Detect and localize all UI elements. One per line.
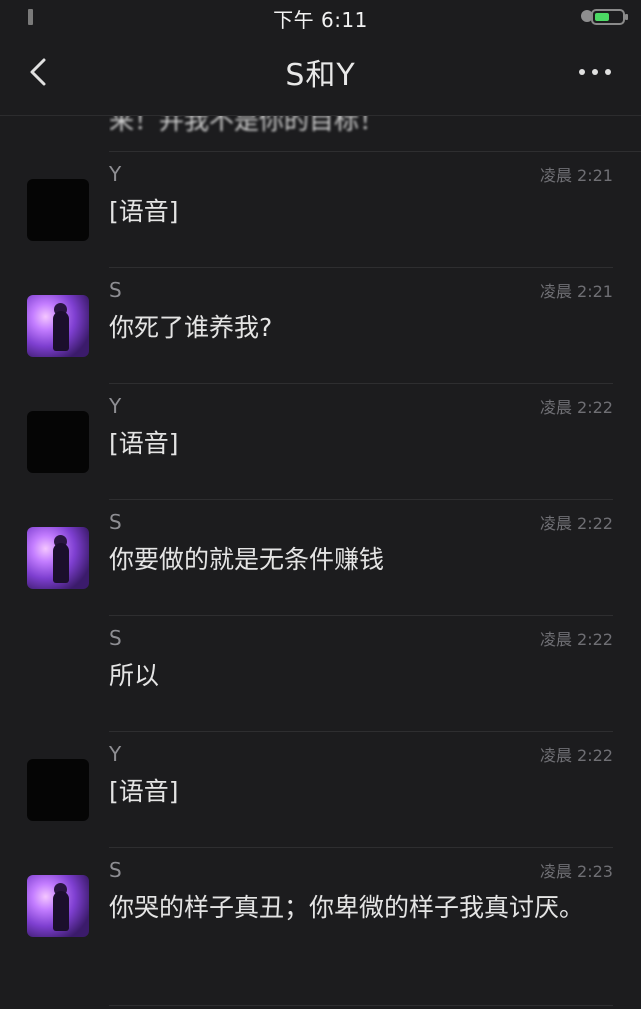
list-item[interactable]: Y 凌晨 2:21 [语音] [0,152,641,268]
avatar[interactable] [27,295,89,357]
sender-name: S [109,626,122,650]
timestamp: 凌晨 2:22 [539,398,613,417]
timestamp: 凌晨 2:22 [539,514,613,533]
signal-icon [28,9,33,25]
avatar[interactable] [27,527,89,589]
status-bar: 下午 6:11 [0,0,641,36]
timestamp: 凌晨 2:21 [539,282,613,301]
more-dot-icon [579,69,585,75]
avatar[interactable] [27,179,89,241]
message-text: 你要做的就是无条件赚钱 [109,545,385,574]
nav-bar: S和Y [0,36,641,116]
avatar[interactable] [27,759,89,821]
battery-level [595,13,609,21]
avatar[interactable] [27,875,89,937]
list-item[interactable]: Y 凌晨 2:22 [语音] [0,732,641,848]
sender-name: S [109,858,122,882]
timestamp: 凌晨 2:23 [539,862,613,881]
sender-name: S [109,278,122,302]
message-text: [语音] [109,429,179,458]
list-item[interactable]: Y 凌晨 2:22 [语音] [0,384,641,500]
message-text: 你死了谁养我? [109,313,273,342]
list-item[interactable]: S 凌晨 2:23 你哭的样子真丑；你卑微的样子我真讨厌。 [0,848,641,1006]
list-item[interactable]: S 凌晨 2:21 你死了谁养我? [0,268,641,384]
list-item[interactable]: S 凌晨 2:22 所以 [0,616,641,732]
message-text: 来！并我不是你的目标！ [109,116,385,135]
status-time: 下午 6:11 [273,7,368,32]
timestamp: 凌晨 2:21 [539,166,613,185]
chat-title: S和Y [285,58,356,93]
more-button[interactable] [579,64,615,78]
more-dot-icon [592,69,598,75]
timestamp: 凌晨 2:22 [539,630,613,649]
message-text: [语音] [109,777,179,806]
sender-name: Y [109,742,122,766]
message-search-list[interactable]: 来！并我不是你的目标！ Y 凌晨 2:21 [语音] S 凌晨 2:21 你死了… [0,116,641,1009]
list-item-partial[interactable]: 来！并我不是你的目标！ [109,116,641,152]
more-dot-icon [605,69,611,75]
timestamp: 凌晨 2:22 [539,746,613,765]
list-item[interactable]: S 凌晨 2:22 你要做的就是无条件赚钱 [0,500,641,616]
sender-name: Y [109,394,122,418]
message-text: [语音] [109,197,179,226]
message-text: 所以 [109,661,160,690]
sender-name: S [109,510,122,534]
battery-icon [591,9,628,25]
sender-name: Y [109,162,122,186]
divider [109,1005,613,1006]
message-text: 你哭的样子真丑；你卑微的样子我真讨厌。 [109,893,585,922]
avatar[interactable] [27,411,89,473]
